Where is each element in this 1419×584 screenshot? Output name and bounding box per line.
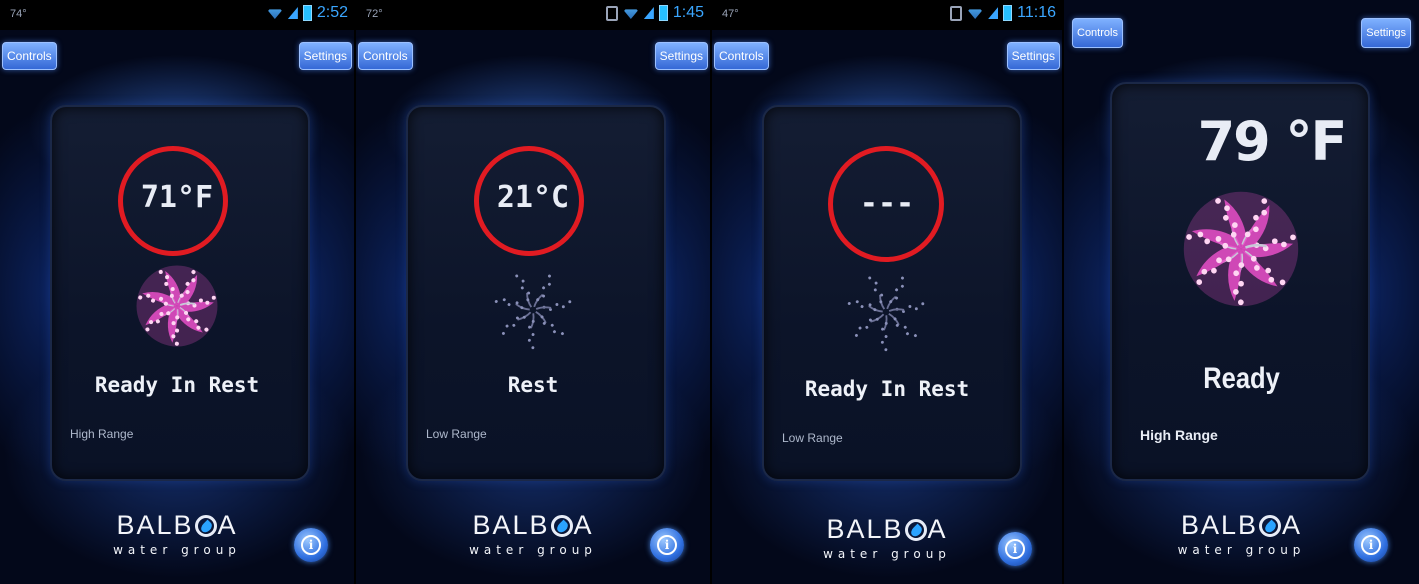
highlight-circle xyxy=(474,146,584,256)
battery-icon xyxy=(658,5,668,21)
controls-button[interactable]: Controls xyxy=(1072,18,1123,48)
status-temperature: 47° xyxy=(722,8,739,20)
pump-pinwheel-icon xyxy=(1183,191,1299,307)
highlight-circle xyxy=(828,146,944,262)
wifi-icon xyxy=(266,9,283,19)
settings-button[interactable]: Settings xyxy=(298,42,352,70)
info-button[interactable]: i xyxy=(294,528,328,562)
settings-button[interactable]: Settings xyxy=(654,42,708,70)
signal-icon xyxy=(988,7,999,19)
status-time: 11:16 xyxy=(1017,4,1056,21)
status-temperature: 74° xyxy=(10,8,27,20)
info-icon: i xyxy=(1361,535,1381,555)
settings-button[interactable]: Settings xyxy=(1361,18,1411,48)
screen-2: 72° 1:45 Controls Settings 21°C Rest Low… xyxy=(356,0,710,584)
status-time: 2:52 xyxy=(316,4,348,21)
info-button[interactable]: i xyxy=(1354,528,1388,562)
wifi-icon xyxy=(622,9,639,19)
status-bar: 47° 11:16 xyxy=(712,0,1062,30)
screen-1: 74° 2:52 Controls Settings 71°F Ready In… xyxy=(0,0,354,584)
spa-status-text: Ready In Rest xyxy=(94,373,260,397)
signal-icon xyxy=(643,7,654,19)
battery-icon xyxy=(1003,5,1013,21)
signal-icon xyxy=(287,7,298,19)
status-temperature: 72° xyxy=(366,8,383,20)
controls-button[interactable]: Controls xyxy=(358,42,413,70)
info-icon: i xyxy=(301,535,321,555)
status-time: 1:45 xyxy=(672,4,704,21)
info-icon: i xyxy=(657,535,677,555)
screen-4: Controls Settings 79 °F Ready High Range… xyxy=(1064,0,1419,584)
controls-button[interactable]: Controls xyxy=(2,42,57,70)
spa-status-text: Rest xyxy=(507,373,559,397)
logo-drop-icon xyxy=(904,518,927,541)
settings-button[interactable]: Settings xyxy=(1006,42,1060,70)
spa-status-text: Ready xyxy=(1203,362,1280,395)
info-button[interactable]: i xyxy=(998,532,1032,566)
status-bar: 74° 2:52 xyxy=(0,0,354,30)
info-button[interactable]: i xyxy=(650,528,684,562)
range-label: High Range xyxy=(70,427,134,441)
sd-card-icon xyxy=(605,5,618,21)
pump-pinwheel-icon xyxy=(136,265,218,347)
temperature-display: 79 °F xyxy=(1197,110,1348,173)
info-icon: i xyxy=(1005,539,1025,559)
status-bar: 72° 1:45 xyxy=(356,0,710,30)
sd-card-icon xyxy=(950,5,963,21)
logo-drop-icon xyxy=(1259,514,1282,537)
pump-pinwheel-icon xyxy=(847,276,925,352)
highlight-circle xyxy=(118,146,228,256)
range-label: Low Range xyxy=(782,431,843,445)
spa-status-text: Ready In Rest xyxy=(804,377,970,401)
screen-3: 47° 11:16 Controls Settings --- Ready In… xyxy=(712,0,1062,584)
range-label: High Range xyxy=(1140,427,1218,443)
pump-pinwheel-icon xyxy=(494,274,572,350)
battery-icon xyxy=(302,5,312,21)
controls-button[interactable]: Controls xyxy=(714,42,769,70)
range-label: Low Range xyxy=(426,427,487,441)
logo-drop-icon xyxy=(550,514,573,537)
wifi-icon xyxy=(967,9,984,19)
logo-drop-icon xyxy=(194,514,217,537)
